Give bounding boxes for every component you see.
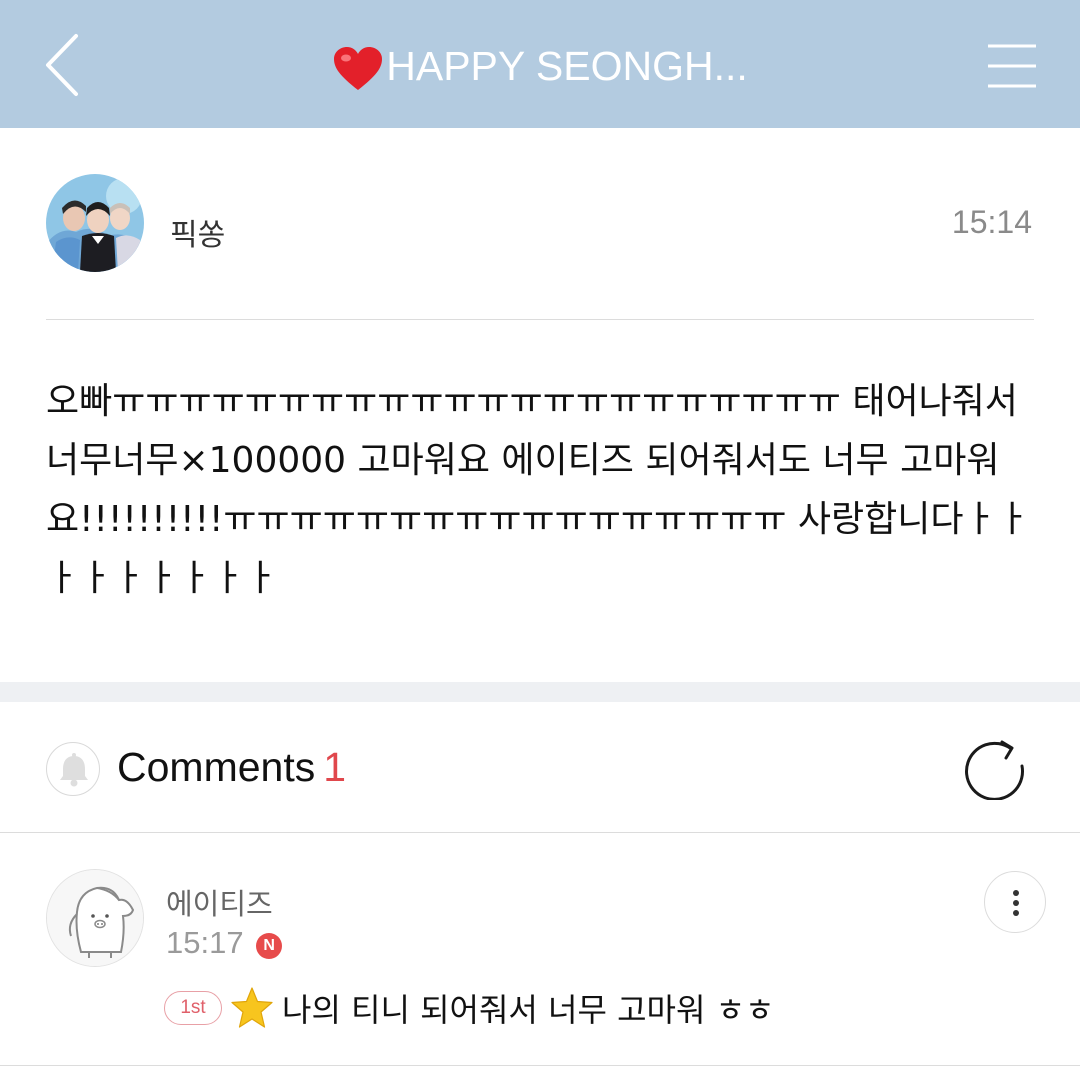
post-body: 오빠ㅠㅠㅠㅠㅠㅠㅠㅠㅠㅠㅠㅠㅠㅠㅠㅠㅠㅠㅠㅠㅠㅠ 태어나줘서 너무너무×1000… — [46, 381, 1030, 599]
section-separator — [0, 682, 1080, 702]
refresh-icon — [965, 740, 1024, 801]
menu-icon — [988, 44, 1036, 88]
comment-more-button[interactable] — [984, 871, 1046, 933]
more-vertical-icon — [1013, 890, 1019, 916]
menu-button[interactable] — [984, 40, 1040, 92]
top-bar: HAPPY SEONGH... — [0, 0, 1080, 128]
new-badge: N — [256, 933, 283, 959]
comment-author[interactable]: 에이티즈 — [166, 881, 273, 923]
author-avatar[interactable] — [46, 174, 144, 272]
post-time: 15:14 — [951, 204, 1032, 240]
page-title-text: HAPPY SEONGH... — [386, 43, 748, 89]
rank-badge: 1st — [164, 991, 222, 1025]
refresh-button[interactable] — [964, 738, 1026, 801]
comments-header: Comments 1 — [0, 702, 1080, 832]
back-arrow-icon — [46, 34, 78, 96]
comments-label: Comments — [117, 744, 316, 790]
comment-author-avatar[interactable] — [46, 869, 144, 967]
page-title: HAPPY SEONGH... — [200, 36, 880, 96]
back-button[interactable] — [38, 32, 88, 98]
comment-content: 1st 나의 티니 되어줘서 너무 고마워 ㅎㅎ — [164, 985, 774, 1031]
comment-notification-button[interactable] — [46, 742, 100, 796]
comment-time: 15:17 N — [166, 925, 283, 961]
comments-count: 1 — [323, 744, 347, 790]
comment-bottom-divider — [0, 1065, 1080, 1066]
comment-text: 나의 티니 되어줘서 너무 고마워 ㅎㅎ — [282, 991, 775, 1029]
comment-item: 에이티즈 15:17 N 1st 나의 티니 되어줘서 너무 고마워 ㅎㅎ — [0, 833, 1080, 1065]
star-icon — [231, 987, 273, 1028]
comment-time-text: 15:17 — [166, 925, 244, 960]
comments-title: Comments 1 — [117, 744, 346, 791]
avatar-photo-icon — [46, 174, 144, 272]
post-header: 픽쏭 15:14 — [0, 128, 1080, 320]
bell-icon — [60, 753, 88, 787]
mascot-avatar-icon — [47, 870, 143, 966]
heart-icon — [334, 47, 383, 91]
post-author[interactable]: 픽쏭 — [170, 210, 225, 254]
post-divider — [46, 319, 1034, 320]
